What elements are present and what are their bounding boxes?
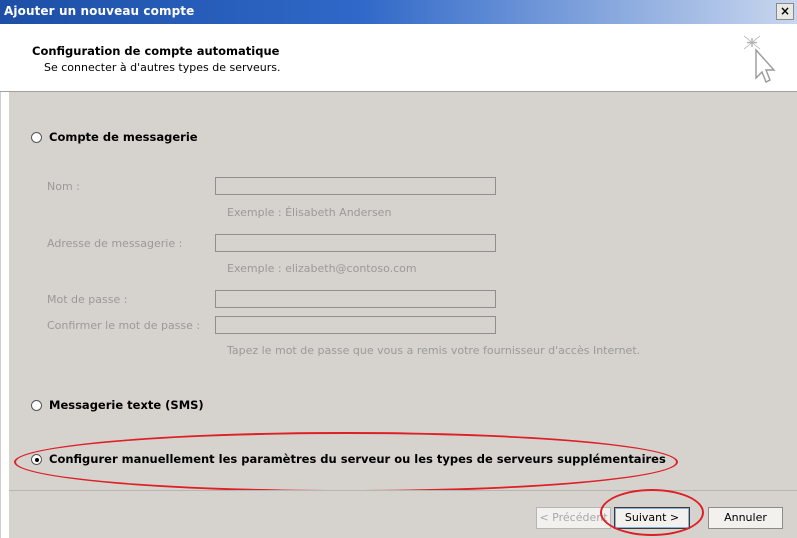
- confirm-password-field[interactable]: [215, 316, 496, 334]
- name-label: Nom :: [47, 180, 80, 193]
- content-panel: Compte de messagerie Nom : Exemple : Éli…: [9, 92, 797, 490]
- radio-sms[interactable]: [31, 400, 42, 411]
- option-email-account-label[interactable]: Compte de messagerie: [49, 130, 198, 144]
- password-field[interactable]: [215, 290, 496, 308]
- password-hint: Tapez le mot de passe que vous a remis v…: [227, 344, 641, 357]
- option-sms-label[interactable]: Messagerie texte (SMS): [49, 398, 204, 412]
- option-manual-config-label[interactable]: Configurer manuellement les paramètres d…: [49, 452, 666, 466]
- next-button[interactable]: Suivant >: [614, 507, 690, 529]
- window-left-border: [0, 24, 1, 538]
- email-hint: Exemple : elizabeth@contoso.com: [227, 262, 417, 275]
- password-label: Mot de passe :: [47, 293, 128, 306]
- previous-button[interactable]: < Précédent: [536, 507, 611, 529]
- close-icon: ×: [779, 4, 791, 18]
- close-button[interactable]: ×: [776, 3, 794, 20]
- email-field[interactable]: [215, 234, 496, 252]
- wizard-header: Configuration de compte automatique Se c…: [0, 24, 797, 92]
- name-hint: Exemple : Élisabeth Andersen: [227, 206, 392, 219]
- radio-manual-config[interactable]: [31, 454, 42, 465]
- page-title: Configuration de compte automatique: [32, 44, 280, 58]
- cursor-sparkle-icon: [743, 36, 776, 83]
- radio-email-account[interactable]: [31, 132, 42, 143]
- confirm-password-label: Confirmer le mot de passe :: [47, 319, 201, 332]
- title-bar: Ajouter un nouveau compte ×: [0, 0, 797, 24]
- page-subtitle: Se connecter à d'autres types de serveur…: [44, 61, 281, 74]
- window-title: Ajouter un nouveau compte: [4, 4, 195, 18]
- name-field[interactable]: [215, 177, 496, 195]
- email-label: Adresse de messagerie :: [47, 237, 183, 250]
- cancel-button[interactable]: Annuler: [708, 507, 783, 529]
